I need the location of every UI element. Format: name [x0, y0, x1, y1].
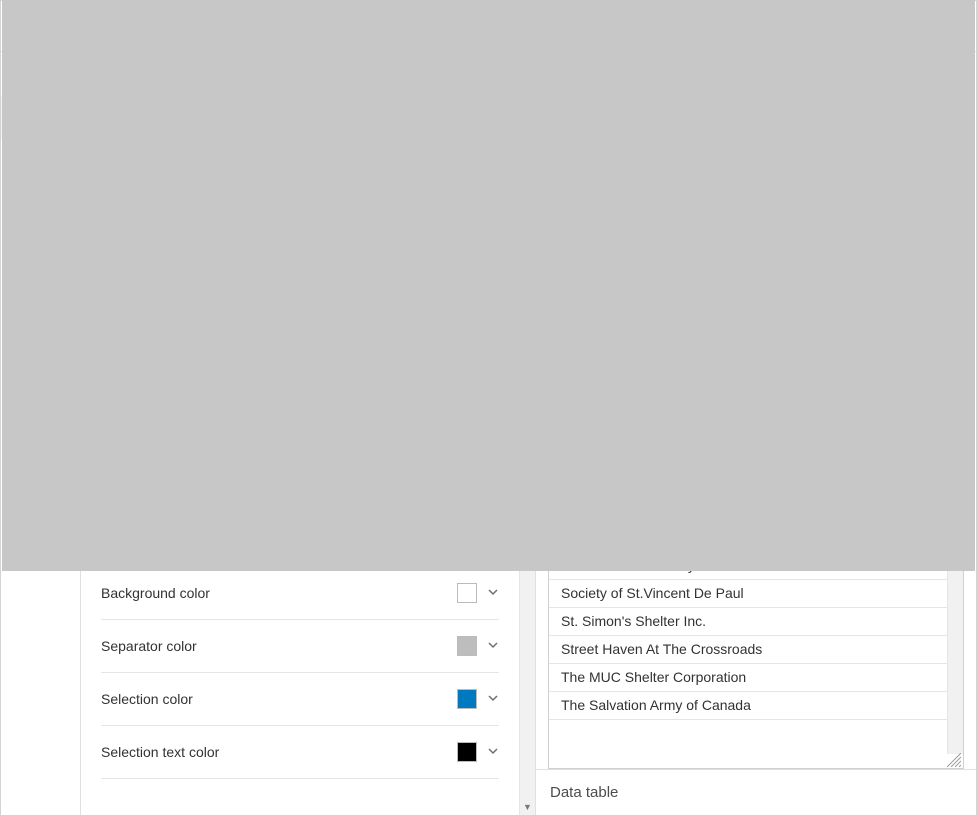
- chevron-down-icon[interactable]: [487, 585, 499, 601]
- preview-scrollbar[interactable]: ▲ ▼: [947, 104, 963, 754]
- color-row-label: Selection text color: [101, 744, 219, 760]
- color-swatch[interactable]: [457, 742, 477, 762]
- chevron-down-icon[interactable]: [487, 744, 499, 760]
- color-swatch[interactable]: [457, 636, 477, 656]
- scrollbar-thumb[interactable]: [549, 104, 963, 571]
- app-frame: List Data List General Actions List opti…: [0, 0, 977, 816]
- color-row-label: Background color: [101, 585, 210, 601]
- list-item[interactable]: Street Haven At The Crossroads: [549, 636, 947, 664]
- preview-card: Organization Christie Ossington Neighbou…: [548, 62, 964, 769]
- list-item[interactable]: The MUC Shelter Corporation: [549, 664, 947, 692]
- color-row-label: Selection color: [101, 691, 193, 707]
- scroll-down-icon[interactable]: ▼: [520, 799, 535, 815]
- color-row: Separator color: [101, 620, 499, 673]
- color-row: Background color: [101, 567, 499, 620]
- color-swatch[interactable]: [457, 583, 477, 603]
- chevron-down-icon[interactable]: [487, 638, 499, 654]
- color-row-label: Separator color: [101, 638, 197, 654]
- preview-resize-region: [549, 754, 963, 768]
- list-item[interactable]: The Salvation Army of Canada: [549, 692, 947, 720]
- data-table-heading: Data table: [536, 769, 976, 815]
- resize-handle-icon[interactable]: [947, 753, 961, 767]
- list-item[interactable]: St. Simon's Shelter Inc.: [549, 608, 947, 636]
- chevron-down-icon[interactable]: [487, 691, 499, 707]
- main-layout: Data List General Actions List options A…: [1, 52, 976, 815]
- color-row: Selection color: [101, 673, 499, 726]
- list-item[interactable]: Society of St.Vincent De Paul: [549, 580, 947, 608]
- color-row: Selection text color: [101, 726, 499, 779]
- preview-column: Organization Christie Ossington Neighbou…: [535, 52, 976, 815]
- color-swatch[interactable]: [457, 689, 477, 709]
